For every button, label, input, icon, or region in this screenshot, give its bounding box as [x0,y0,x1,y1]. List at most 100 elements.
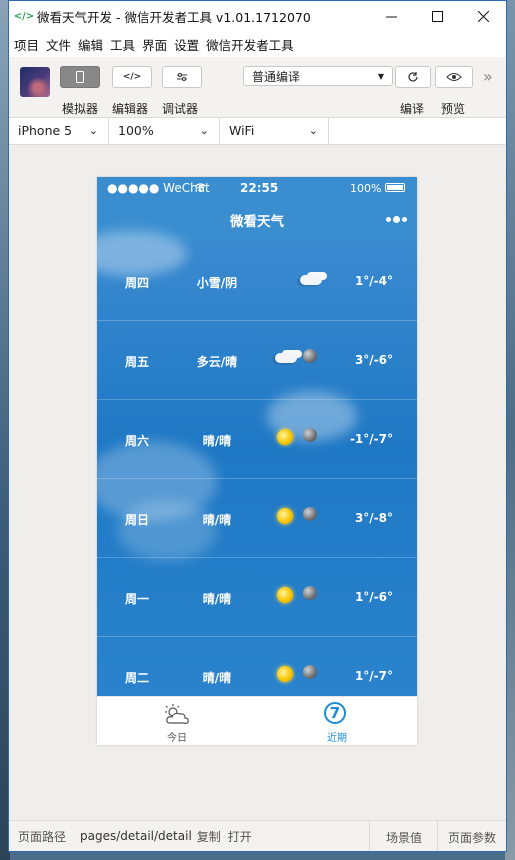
condition-label: 小雪/阴 [196,276,238,290]
more-menu-icon[interactable] [386,216,407,223]
moon-icon [303,507,317,521]
sun-icon [277,587,293,603]
close-icon [477,10,489,22]
condition-label: 晴/晴 [202,592,232,606]
compile-button[interactable] [395,66,431,88]
condition-label: 晴/晴 [202,671,232,685]
wifi-icon [195,183,206,192]
maximize-icon [431,10,443,22]
expand-chevron-icon[interactable]: » [483,67,493,86]
window-title: 微看天气开发 - 微信开发者工具 v1.01.1712070 [37,9,311,25]
status-bar: 页面路径 pages/detail/detail 复制 打开 场景值 页面参数 [9,820,506,851]
seven-day-glyph: 7 [329,704,341,722]
cloud-icon [300,275,322,285]
forecast-row[interactable]: 周四 小雪/阴 1°/-4° [97,241,417,321]
app-icon: </> [13,10,35,22]
debug-icon [177,73,187,81]
toolbar: 模拟器 </> 编辑器 调试器 普通编译 ▼ 编译 预览 » [9,57,506,118]
battery-icon [385,183,405,192]
sun-icon [277,666,293,682]
forecast-row[interactable]: 周一 晴/晴 1°/-6° [97,557,417,637]
network-value: WiFi [229,123,255,138]
phone-simulator: ●●●●● WeChat 22:55 100% 微看天气 周四 小雪/阴 1°/… [97,177,417,745]
minimize-icon [385,16,397,17]
chevron-down-icon: ⌄ [88,124,98,137]
compile-label: 编译 [400,102,425,116]
seven-day-icon: 7 [324,702,346,724]
day-label: 周四 [125,276,150,290]
scene-value-button[interactable]: 场景值 [386,829,422,846]
chevron-down-icon: ⌄ [199,124,209,137]
open-link[interactable]: 打开 [228,828,252,845]
page-title: 微看天气 [230,214,284,230]
compile-mode-select[interactable]: 普通编译 ▼ [243,66,393,86]
sun-icon [277,508,293,524]
minimize-button[interactable] [368,1,414,31]
page-params-button[interactable]: 页面参数 [448,829,496,846]
device-select[interactable]: iPhone 5 ⌄ [9,118,109,144]
tab-today[interactable]: 今日 [97,697,257,745]
editor-label: 编辑器 [112,102,149,116]
device-model: iPhone 5 [18,123,73,138]
menu-project[interactable]: 项目 [14,35,39,54]
moon-icon [303,349,317,363]
tab-recent[interactable]: 7 近期 [257,697,417,745]
zoom-value: 100% [118,123,154,138]
page-path-label: 页面路径 [18,829,67,844]
phone-icon [76,71,84,83]
temperature-label: 3°/-6° [354,353,393,367]
forecast-row[interactable]: 周五 多云/晴 3°/-6° [97,320,417,400]
day-label: 周一 [125,592,150,606]
chevron-down-icon: ⌄ [308,124,318,137]
day-label: 周五 [125,355,150,369]
forecast-row[interactable]: 周日 晴/晴 3°/-8° [97,478,417,558]
simulator-button[interactable] [60,66,100,88]
network-select[interactable]: WiFi ⌄ [220,118,329,144]
day-label: 周六 [125,434,150,448]
eye-icon [446,73,462,81]
menu-wechat-devtools[interactable]: 微信开发者工具 [206,35,294,54]
menu-edit[interactable]: 编辑 [78,35,103,54]
forecast-list: 周四 小雪/阴 1°/-4° 周五 多云/晴 3°/-6° 周六 晴/晴 -1°… [97,231,417,697]
forecast-row[interactable]: 周六 晴/晴 -1°/-7° [97,399,417,479]
menu-interface[interactable]: 界面 [142,35,167,54]
preview-button[interactable] [435,66,473,88]
editor-button[interactable]: </> [112,66,152,88]
simulator-label: 模拟器 [62,102,99,116]
compile-mode-value: 普通编译 [252,70,301,84]
day-label: 周二 [125,671,150,685]
temperature-label: 1°/-6° [354,590,393,604]
close-button[interactable] [460,1,506,31]
temperature-label: -1°/-7° [349,432,393,446]
copy-link[interactable]: 复制 [197,828,221,845]
menu-tools[interactable]: 工具 [110,35,135,54]
condition-label: 晴/晴 [202,434,232,448]
avatar[interactable] [20,67,50,97]
moon-icon [303,586,317,600]
menu-settings[interactable]: 设置 [174,35,199,54]
temperature-label: 1°/-4° [354,274,393,288]
zoom-select[interactable]: 100% ⌄ [109,118,220,144]
clock: 22:55 [240,181,279,195]
refresh-icon [408,72,418,82]
battery-percent: 100% [350,181,382,195]
debugger-label: 调试器 [162,102,199,116]
moon-icon [303,428,317,442]
menu-bar: 项目 文件 编辑 工具 界面 设置 微信开发者工具 [9,31,506,57]
tab-today-label: 今日 [167,733,187,744]
debugger-button[interactable] [162,66,202,88]
caret-down-icon: ▼ [377,72,384,81]
temperature-label: 1°/-7° [354,669,393,683]
device-bar: iPhone 5 ⌄ 100% ⌄ WiFi ⌄ [9,118,506,145]
menu-file[interactable]: 文件 [46,35,71,54]
maximize-button[interactable] [414,1,460,31]
sun-icon [277,429,293,445]
condition-label: 晴/晴 [202,513,232,527]
page-path-value: pages/detail/detail [80,829,192,843]
title-bar[interactable]: </> 微看天气开发 - 微信开发者工具 v1.01.1712070 [9,1,506,31]
tab-bar: 今日 7 近期 [97,696,417,745]
temperature-label: 3°/-8° [354,511,393,525]
condition-label: 多云/晴 [196,355,238,369]
tab-recent-label: 近期 [327,733,347,744]
code-icon: </> [122,72,142,82]
